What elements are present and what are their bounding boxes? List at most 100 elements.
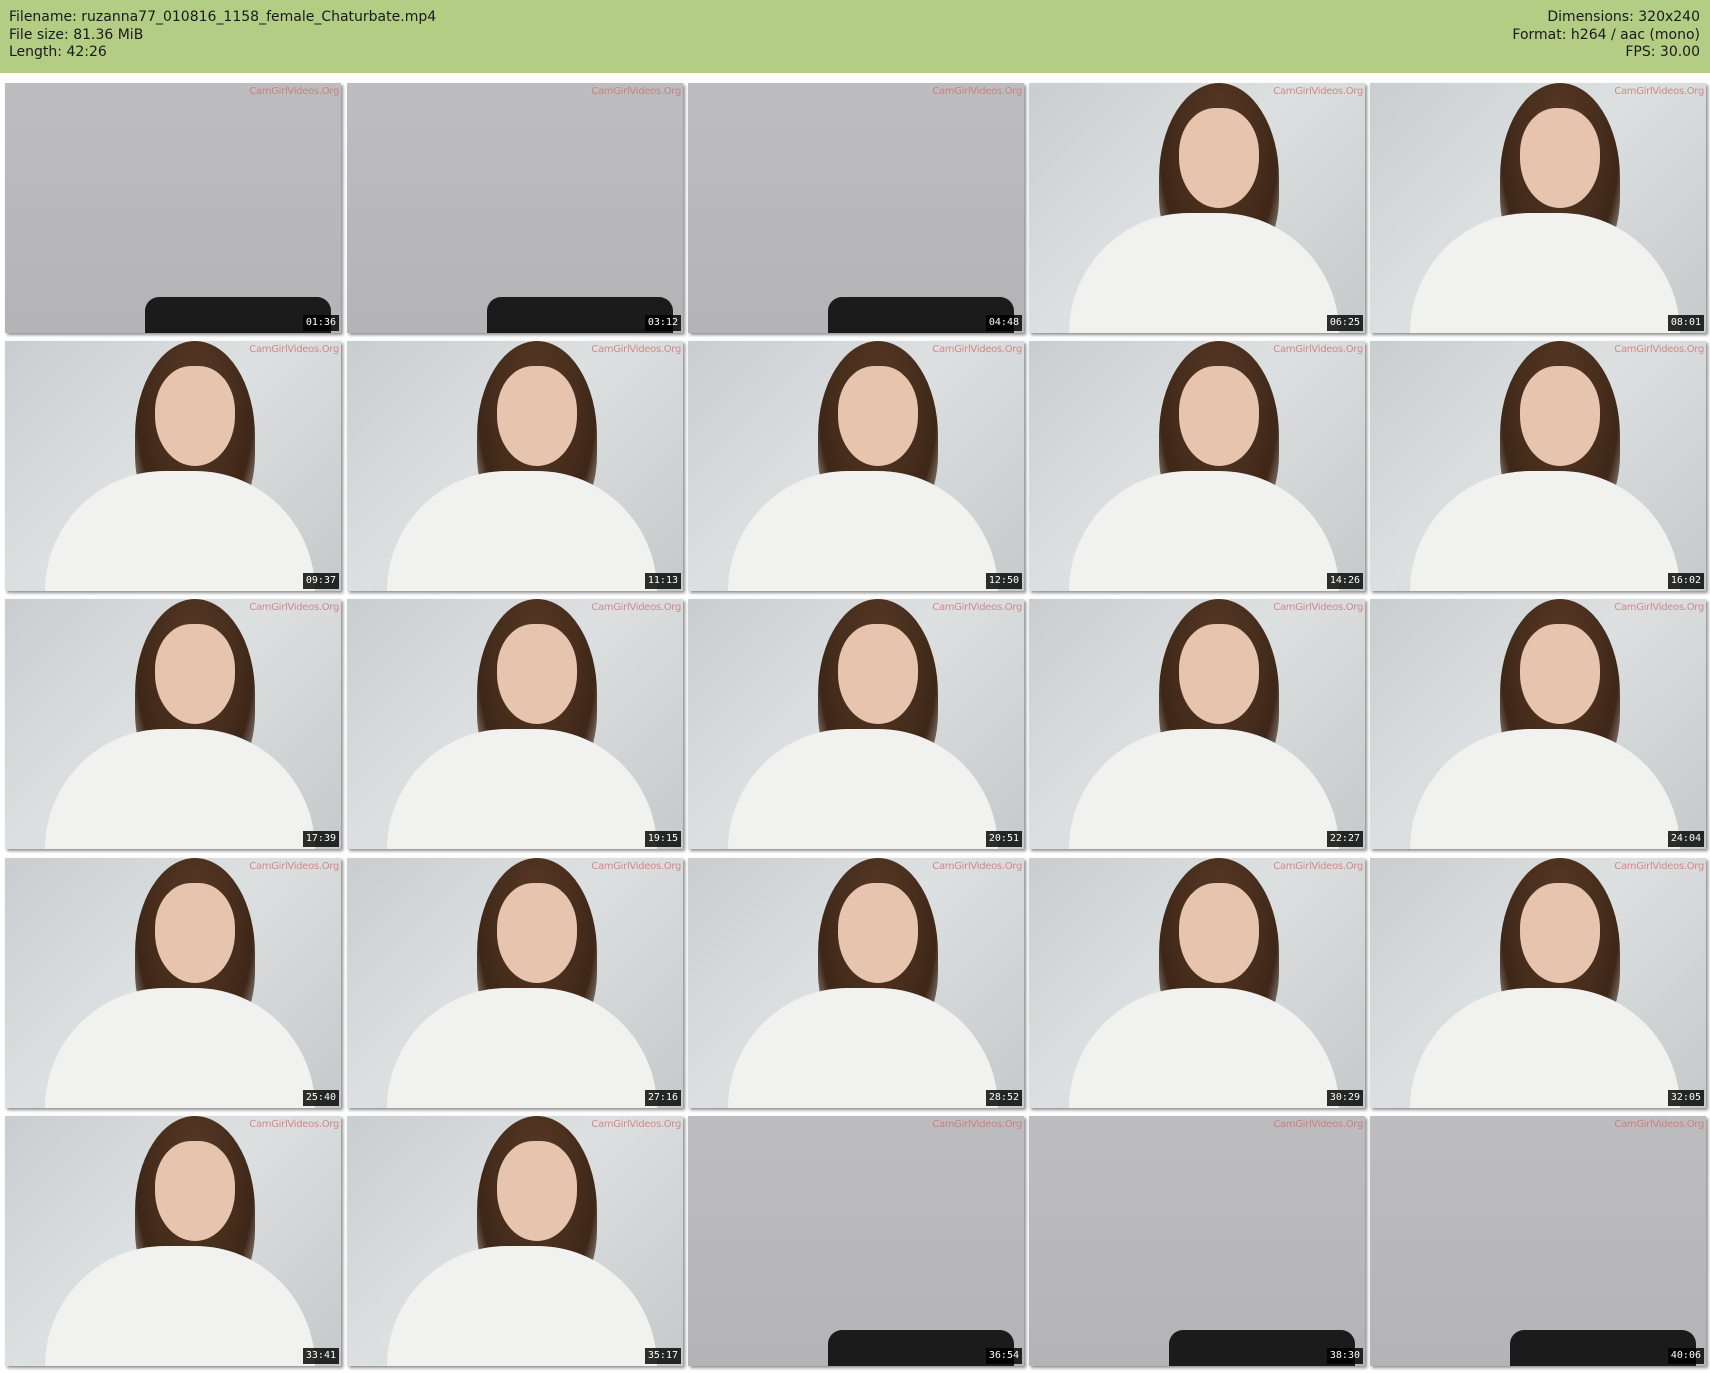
person-face-shape — [1520, 366, 1600, 466]
watermark-text: CamGirlVideos.Org — [249, 344, 339, 355]
person-shirt-shape — [1069, 988, 1339, 1108]
timestamp-label: 22:27 — [1326, 831, 1363, 847]
file-info-left: Filename: ruzanna77_010816_1158_female_C… — [9, 9, 436, 62]
person-face-shape — [1520, 883, 1600, 983]
person-shirt-shape — [728, 988, 998, 1108]
video-thumbnail: CamGirlVideos.Org 06:25 — [1029, 83, 1365, 333]
video-thumbnail: CamGirlVideos.Org 32:05 — [1370, 858, 1706, 1108]
video-thumbnail: CamGirlVideos.Org 14:26 — [1029, 341, 1365, 591]
file-info-header: Filename: ruzanna77_010816_1158_female_C… — [0, 0, 1710, 73]
file-info-right: Dimensions: 320x240 Format: h264 / aac (… — [1512, 9, 1700, 62]
watermark-text: CamGirlVideos.Org — [932, 344, 1022, 355]
person-shirt-shape — [45, 1246, 315, 1366]
person-face-shape — [1520, 108, 1600, 208]
video-thumbnail: CamGirlVideos.Org 12:50 — [688, 341, 1024, 591]
person-shirt-shape — [387, 1246, 657, 1366]
timestamp-label: 19:15 — [644, 831, 681, 847]
person-shirt-shape — [1410, 471, 1680, 591]
watermark-text: CamGirlVideos.Org — [1273, 86, 1363, 97]
timestamp-label: 11:13 — [644, 573, 681, 589]
person-shirt-shape — [1069, 213, 1339, 333]
timestamp-label: 35:17 — [644, 1348, 681, 1364]
watermark-text: CamGirlVideos.Org — [591, 1119, 681, 1130]
person-shirt-shape — [1069, 471, 1339, 591]
watermark-text: CamGirlVideos.Org — [1614, 1119, 1704, 1130]
person-shirt-shape — [1410, 988, 1680, 1108]
timestamp-label: 27:16 — [644, 1090, 681, 1106]
watermark-text: CamGirlVideos.Org — [932, 602, 1022, 613]
watermark-text: CamGirlVideos.Org — [1614, 861, 1704, 872]
video-thumbnail: CamGirlVideos.Org 17:39 — [5, 599, 341, 849]
video-thumbnail: CamGirlVideos.Org 38:30 — [1029, 1116, 1365, 1366]
person-shirt-shape — [1410, 213, 1680, 333]
timestamp-label: 14:26 — [1326, 573, 1363, 589]
timestamp-label: 40:06 — [1667, 1348, 1704, 1364]
person-shirt-shape — [387, 988, 657, 1108]
watermark-text: CamGirlVideos.Org — [1273, 602, 1363, 613]
video-thumbnail: CamGirlVideos.Org 08:01 — [1370, 83, 1706, 333]
person-face-shape — [838, 883, 918, 983]
filesize-text: File size: 81.36 MiB — [9, 26, 144, 43]
person-shirt-shape — [387, 471, 657, 591]
person-face-shape — [155, 366, 235, 466]
timestamp-label: 33:41 — [302, 1348, 339, 1364]
video-thumbnail: CamGirlVideos.Org 24:04 — [1370, 599, 1706, 849]
video-thumbnail: CamGirlVideos.Org 33:41 — [5, 1116, 341, 1366]
person-face-shape — [1179, 883, 1259, 983]
timestamp-label: 36:54 — [985, 1348, 1022, 1364]
person-shirt-shape — [1410, 729, 1680, 849]
person-face-shape — [155, 1141, 235, 1241]
person-face-shape — [497, 1141, 577, 1241]
video-thumbnail: CamGirlVideos.Org 36:54 — [688, 1116, 1024, 1366]
watermark-text: CamGirlVideos.Org — [249, 861, 339, 872]
format-text: Format: h264 / aac (mono) — [1512, 26, 1700, 43]
person-face-shape — [1179, 108, 1259, 208]
watermark-text: CamGirlVideos.Org — [249, 602, 339, 613]
video-thumbnail: CamGirlVideos.Org 16:02 — [1370, 341, 1706, 591]
timestamp-label: 38:30 — [1326, 1348, 1363, 1364]
watermark-text: CamGirlVideos.Org — [1273, 344, 1363, 355]
person-face-shape — [1520, 624, 1600, 724]
watermark-text: CamGirlVideos.Org — [932, 1119, 1022, 1130]
timestamp-label: 16:02 — [1667, 573, 1704, 589]
person-shirt-shape — [45, 471, 315, 591]
video-thumbnail: CamGirlVideos.Org 20:51 — [688, 599, 1024, 849]
video-thumbnail: CamGirlVideos.Org 19:15 — [347, 599, 683, 849]
video-thumbnail: CamGirlVideos.Org 22:27 — [1029, 599, 1365, 849]
watermark-text: CamGirlVideos.Org — [591, 861, 681, 872]
watermark-text: CamGirlVideos.Org — [932, 86, 1022, 97]
person-shirt-shape — [728, 729, 998, 849]
watermark-text: CamGirlVideos.Org — [932, 861, 1022, 872]
timestamp-label: 30:29 — [1326, 1090, 1363, 1106]
video-thumbnail: CamGirlVideos.Org 28:52 — [688, 858, 1024, 1108]
timestamp-label: 32:05 — [1667, 1090, 1704, 1106]
person-shirt-shape — [45, 729, 315, 849]
video-thumbnail: CamGirlVideos.Org 30:29 — [1029, 858, 1365, 1108]
watermark-text: CamGirlVideos.Org — [1614, 602, 1704, 613]
watermark-text: CamGirlVideos.Org — [249, 1119, 339, 1130]
timestamp-label: 06:25 — [1326, 315, 1363, 331]
video-thumbnail: CamGirlVideos.Org 11:13 — [347, 341, 683, 591]
watermark-text: CamGirlVideos.Org — [1273, 861, 1363, 872]
video-thumbnail: CamGirlVideos.Org 40:06 — [1370, 1116, 1706, 1366]
timestamp-label: 28:52 — [985, 1090, 1022, 1106]
timestamp-label: 17:39 — [302, 831, 339, 847]
video-thumbnail: CamGirlVideos.Org 03:12 — [347, 83, 683, 333]
person-face-shape — [155, 883, 235, 983]
person-face-shape — [497, 883, 577, 983]
timestamp-label: 12:50 — [985, 573, 1022, 589]
timestamp-label: 08:01 — [1667, 315, 1704, 331]
person-face-shape — [155, 624, 235, 724]
video-thumbnail: CamGirlVideos.Org 04:48 — [688, 83, 1024, 333]
watermark-text: CamGirlVideos.Org — [1614, 86, 1704, 97]
watermark-text: CamGirlVideos.Org — [249, 86, 339, 97]
watermark-text: CamGirlVideos.Org — [1614, 344, 1704, 355]
person-face-shape — [497, 624, 577, 724]
timestamp-label: 09:37 — [302, 573, 339, 589]
video-thumbnail: CamGirlVideos.Org 25:40 — [5, 858, 341, 1108]
filename-text: Filename: ruzanna77_010816_1158_female_C… — [9, 9, 437, 25]
timestamp-label: 01:36 — [302, 315, 339, 331]
timestamp-label: 03:12 — [644, 315, 681, 331]
watermark-text: CamGirlVideos.Org — [591, 344, 681, 355]
person-face-shape — [838, 366, 918, 466]
